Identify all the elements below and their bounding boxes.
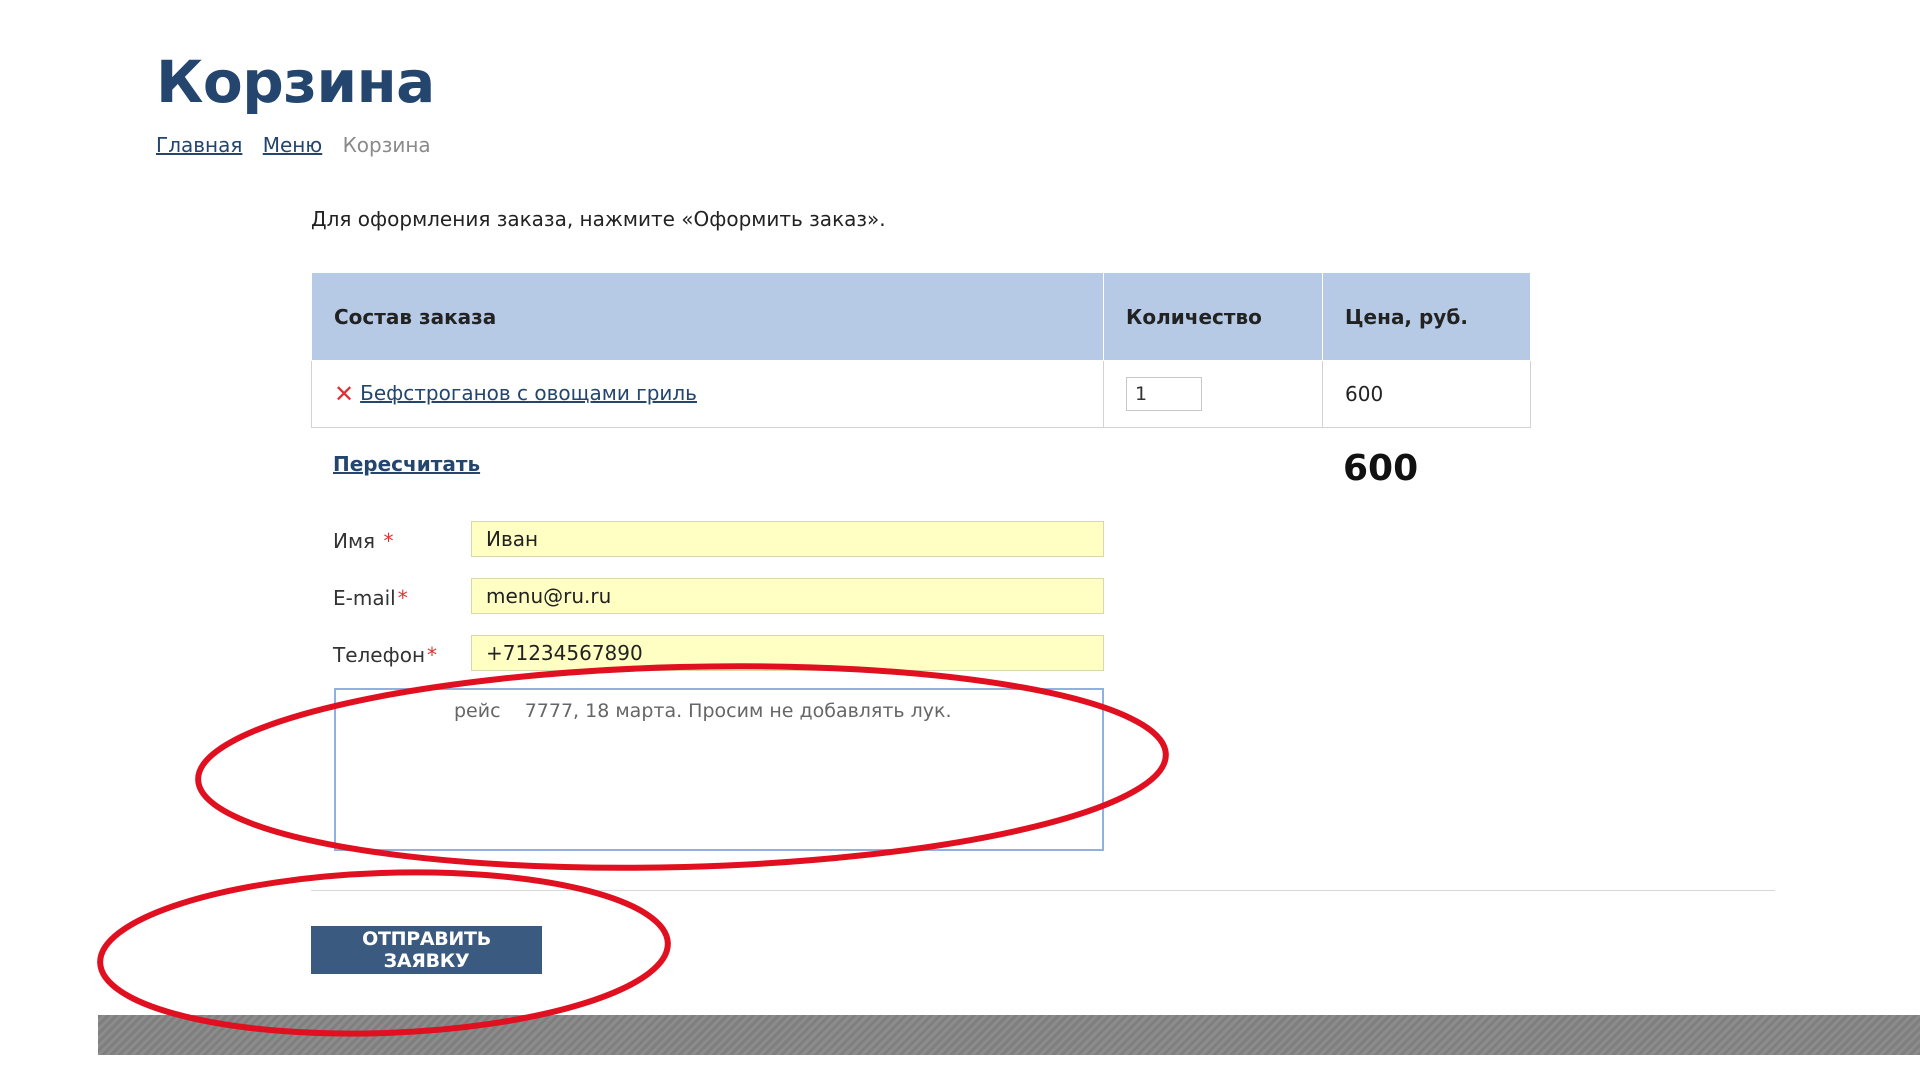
divider bbox=[311, 890, 1775, 891]
order-table: Состав заказа Количество Цена, руб. ✕ Беф… bbox=[311, 272, 1531, 428]
phone-field[interactable] bbox=[471, 635, 1104, 671]
page-title: Корзина bbox=[156, 48, 435, 116]
cart-page: Корзина Главная Меню Корзина Для оформле… bbox=[0, 0, 1920, 1080]
breadcrumb: Главная Меню Корзина bbox=[156, 133, 431, 157]
email-field[interactable] bbox=[471, 578, 1104, 614]
email-label: E-mail * bbox=[333, 586, 408, 610]
item-cell: ✕ Бефстроганов с овощами гриль bbox=[311, 360, 1104, 428]
item-link[interactable]: Бефстроганов с овощами гриль bbox=[360, 381, 697, 405]
header-price: Цена, руб. bbox=[1322, 272, 1531, 361]
quantity-cell bbox=[1103, 360, 1323, 428]
order-instruction: Для оформления заказа, нажмите «Оформить… bbox=[311, 207, 886, 231]
name-label: Имя * bbox=[333, 529, 393, 553]
quantity-input[interactable] bbox=[1126, 377, 1202, 411]
header-quantity: Количество bbox=[1103, 272, 1323, 361]
breadcrumb-current: Корзина bbox=[342, 133, 431, 157]
name-field[interactable] bbox=[471, 521, 1104, 557]
table-row: ✕Бефстроганов с овощами гриль 600 bbox=[311, 360, 1531, 428]
close-x-icon[interactable]: ✕ bbox=[334, 380, 354, 408]
price-cell: 600 bbox=[1322, 360, 1531, 428]
name-label-text: Имя bbox=[333, 529, 376, 553]
footer-bar bbox=[98, 1015, 1920, 1055]
comment-textarea[interactable]: рейс 7777, 18 марта. Просим не добавлять… bbox=[334, 688, 1104, 851]
breadcrumb-menu-link[interactable]: Меню bbox=[263, 133, 322, 157]
order-total: 600 bbox=[1343, 448, 1419, 489]
phone-label: Телефон * bbox=[333, 643, 437, 667]
phone-label-text: Телефон bbox=[333, 643, 426, 667]
breadcrumb-home-link[interactable]: Главная bbox=[156, 133, 242, 157]
recalculate-link[interactable]: Пересчитать bbox=[333, 452, 480, 476]
submit-order-button[interactable]: ОТПРАВИТЬ ЗАЯВКУ bbox=[311, 926, 542, 974]
required-mark: * bbox=[427, 643, 438, 667]
required-mark: * bbox=[383, 529, 394, 553]
required-mark: * bbox=[397, 586, 408, 610]
email-label-text: E-mail bbox=[333, 586, 396, 610]
header-order-items: Состав заказа bbox=[311, 272, 1104, 361]
order-table-header: Состав заказа Количество Цена, руб. bbox=[311, 272, 1531, 361]
